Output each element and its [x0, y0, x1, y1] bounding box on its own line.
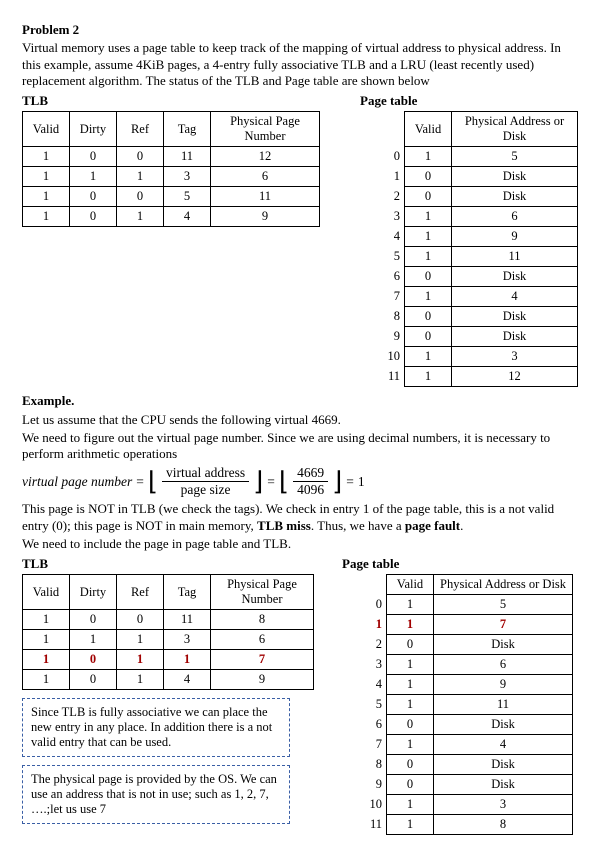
table-row: 20Disk [342, 635, 573, 655]
example-heading: Example. [22, 393, 578, 409]
example-line1: Let us assume that the CPU sends the fol… [22, 412, 578, 428]
table-row: 20Disk [360, 187, 577, 207]
example-line3: This page is NOT in TLB (we check the ta… [22, 501, 578, 534]
col-ppn: Physical Page Number [211, 575, 314, 610]
table-row: 316 [360, 207, 577, 227]
formula-result: 1 [358, 474, 365, 490]
table-row: 100118 [23, 610, 314, 630]
table-row: 11136 [23, 630, 314, 650]
table-row: 5111 [342, 695, 573, 715]
tlb-table-1: Valid Dirty Ref Tag Physical Page Number… [22, 111, 320, 227]
problem-title: Problem 2 [22, 22, 578, 38]
page-table-1: Valid Physical Address or Disk 01510Disk… [360, 111, 578, 387]
table-row: 60Disk [342, 715, 573, 735]
col-paddr: Physical Address or Disk [434, 575, 573, 595]
table-row: 5111 [360, 247, 577, 267]
formula-den1: page size [177, 482, 235, 498]
table-row: 714 [342, 735, 573, 755]
col-valid: Valid [387, 575, 434, 595]
table-row: 1013 [360, 347, 577, 367]
note-box-2: The physical page is provided by the OS.… [22, 765, 290, 824]
table-row: 1001112 [23, 147, 320, 167]
col-valid: Valid [405, 112, 452, 147]
col-paddr: Physical Address or Disk [452, 112, 578, 147]
table-row: 100511 [23, 187, 320, 207]
table-row: 117 [342, 615, 573, 635]
table-row: 90Disk [342, 775, 573, 795]
table-row: 1118 [342, 815, 573, 835]
problem-intro: Virtual memory uses a page table to keep… [22, 40, 578, 89]
table-row: 90Disk [360, 327, 577, 347]
col-valid: Valid [23, 112, 70, 147]
table-row: 419 [360, 227, 577, 247]
col-ppn: Physical Page Number [211, 112, 320, 147]
example-line2: We need to figure out the virtual page n… [22, 430, 578, 463]
col-dirty: Dirty [70, 575, 117, 610]
col-dirty: Dirty [70, 112, 117, 147]
table-row: 10149 [23, 670, 314, 690]
pt-heading-1: Page table [360, 93, 578, 109]
tlb-heading-1: TLB [22, 93, 320, 109]
table-row: 11136 [23, 167, 320, 187]
table-row: 10Disk [360, 167, 577, 187]
table-row: 60Disk [360, 267, 577, 287]
table-row: 015 [360, 147, 577, 167]
page-table-2: Valid Physical Address or Disk 01511720D… [342, 574, 573, 835]
table-row: 80Disk [342, 755, 573, 775]
table-row: 015 [342, 595, 573, 615]
table-row: 80Disk [360, 307, 577, 327]
example-line4: We need to include the page in page tabl… [22, 536, 578, 552]
col-tag: Tag [164, 575, 211, 610]
table-row: 1013 [342, 795, 573, 815]
formula-lhs: virtual page number [22, 474, 132, 490]
table-row: 714 [360, 287, 577, 307]
table-row: 10149 [23, 207, 320, 227]
formula-den2: 4096 [293, 482, 328, 498]
table-row: 316 [342, 655, 573, 675]
col-tag: Tag [164, 112, 211, 147]
note-box-1: Since TLB is fully associative we can pl… [22, 698, 290, 757]
pt-heading-2: Page table [342, 556, 573, 572]
table-row: 11112 [360, 367, 577, 387]
col-valid: Valid [23, 575, 70, 610]
table-row: 10117 [23, 650, 314, 670]
formula-num1: virtual address [162, 465, 249, 482]
formula-num2: 4669 [293, 465, 328, 482]
tlb-table-2: Valid Dirty Ref Tag Physical Page Number… [22, 574, 314, 690]
table-row: 419 [342, 675, 573, 695]
tlb-heading-2: TLB [22, 556, 302, 572]
col-ref: Ref [117, 575, 164, 610]
col-ref: Ref [117, 112, 164, 147]
formula: virtual page number = ⌊ virtual address … [22, 465, 578, 498]
